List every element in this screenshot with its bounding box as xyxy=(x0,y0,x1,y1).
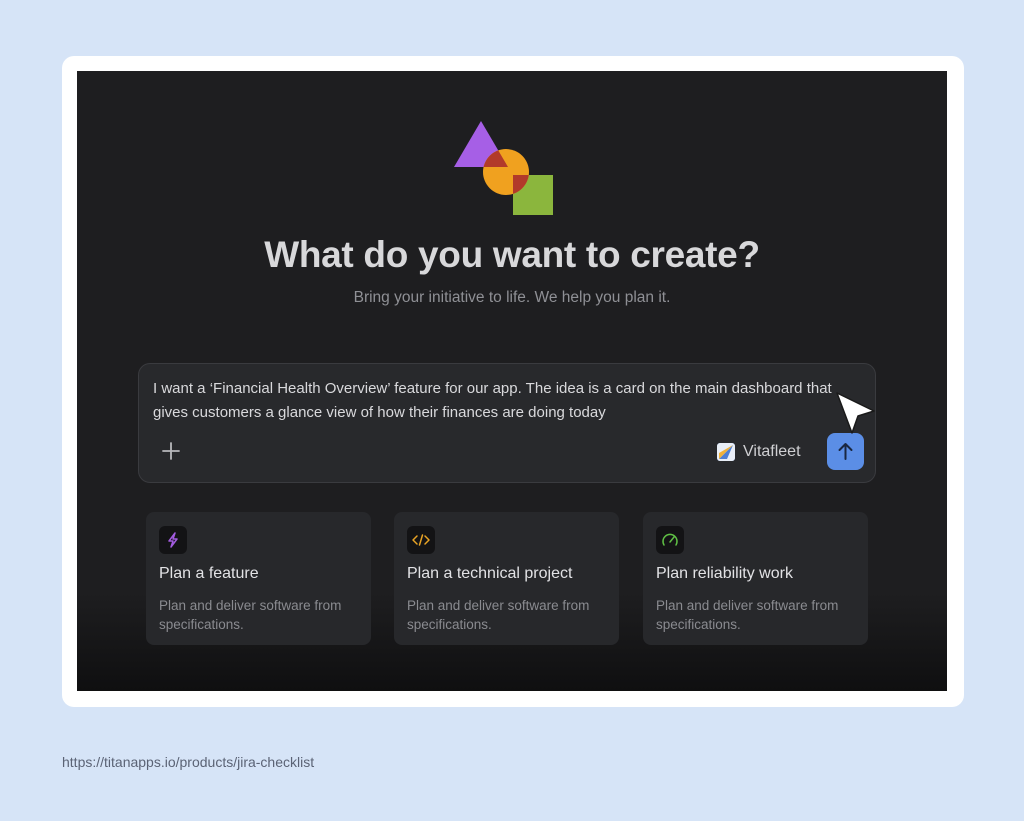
card-description: Plan and deliver software from specifica… xyxy=(407,598,590,632)
card-description: Plan and deliver software from specifica… xyxy=(159,598,342,632)
screenshot-frame: What do you want to create? Bring your i… xyxy=(62,56,964,707)
mouse-pointer-icon xyxy=(836,392,875,434)
prompt-composer[interactable]: I want a ‘Financial Health Overview’ fea… xyxy=(138,363,876,483)
rocket-icon xyxy=(717,443,735,461)
card-plan-reliability-work[interactable]: Plan reliability work Plan and deliver s… xyxy=(643,512,868,645)
lightning-icon xyxy=(159,526,187,554)
card-plan-technical-project[interactable]: Plan a technical project Plan and delive… xyxy=(394,512,619,645)
shapes-logo-icon xyxy=(454,121,553,215)
project-selector[interactable]: Vitafleet xyxy=(717,441,801,463)
card-title: Plan a feature xyxy=(159,565,259,582)
page-title: What do you want to create? xyxy=(264,234,760,275)
card-plan-feature[interactable]: Plan a feature Plan and deliver software… xyxy=(146,512,371,645)
card-title: Plan reliability work xyxy=(656,565,793,582)
card-description: Plan and deliver software from specifica… xyxy=(656,598,839,632)
project-name: Vitafleet xyxy=(743,443,801,460)
code-icon xyxy=(407,526,435,554)
add-attachment-button[interactable] xyxy=(159,439,183,463)
page-subtitle: Bring your initiative to life. We help y… xyxy=(353,289,671,306)
app-window: What do you want to create? Bring your i… xyxy=(77,71,947,691)
template-cards: Plan a feature Plan and deliver software… xyxy=(146,512,868,645)
plus-icon xyxy=(162,442,180,460)
card-title: Plan a technical project xyxy=(407,565,573,582)
prompt-input[interactable]: I want a ‘Financial Health Overview’ fea… xyxy=(153,377,833,425)
source-url[interactable]: https://titanapps.io/products/jira-check… xyxy=(62,754,314,770)
gauge-icon xyxy=(656,526,684,554)
